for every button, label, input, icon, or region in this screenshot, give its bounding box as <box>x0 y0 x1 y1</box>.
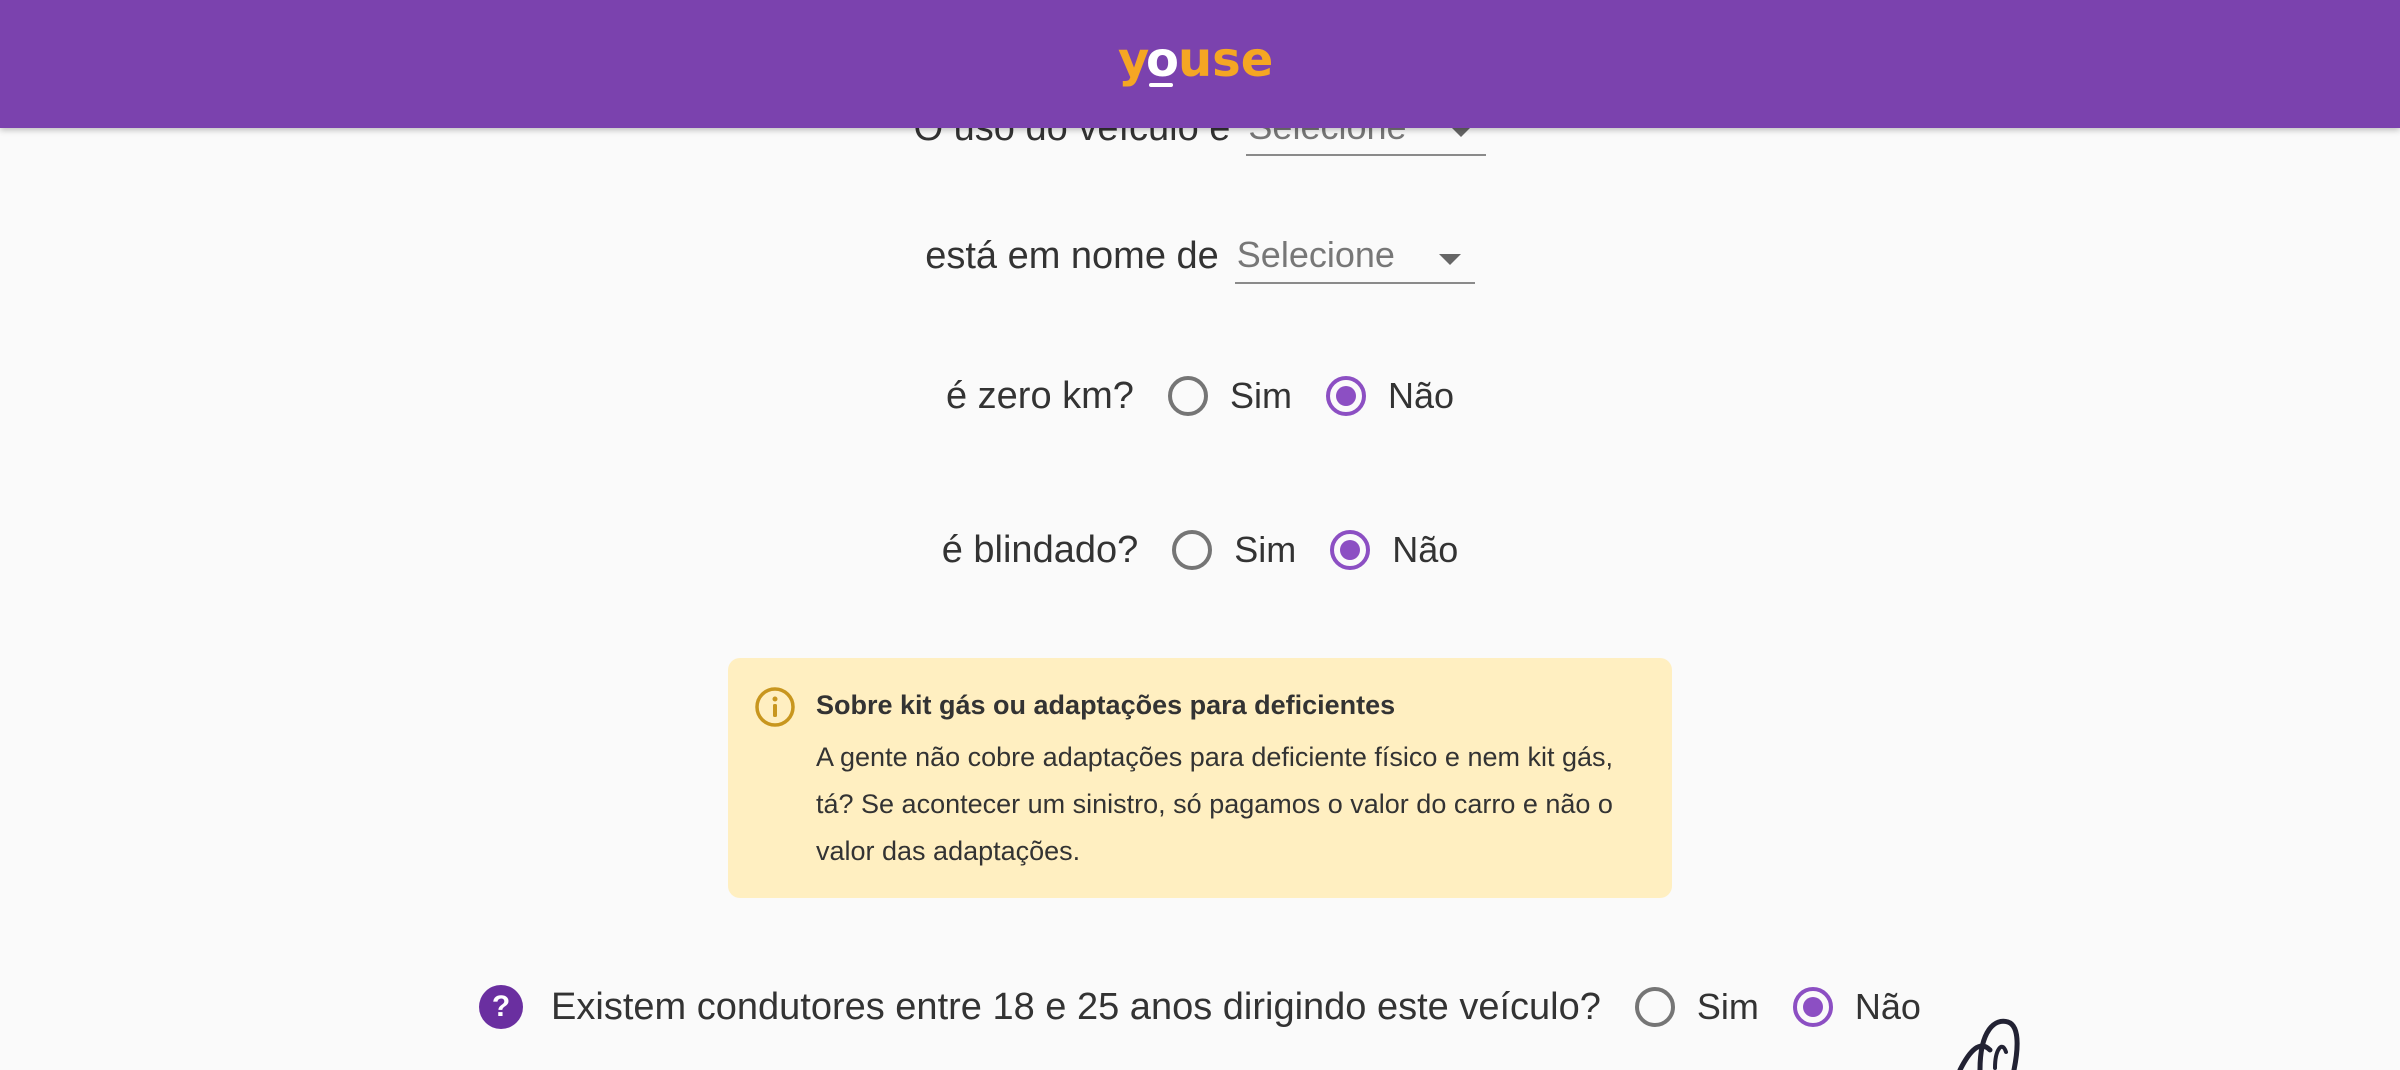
info-icon <box>755 687 795 727</box>
zero-km-row: é zero km? Sim Não <box>0 364 2400 428</box>
young-drivers-radio-nao[interactable] <box>1792 987 1833 1027</box>
form-content: O uso do veículo é Selecione está em nom… <box>0 0 2400 1070</box>
notice-title: Sobre kit gás ou adaptações para deficie… <box>816 690 1396 720</box>
young-drivers-option-nao-label: Não <box>1854 986 1921 1027</box>
notice-body: A gente não cobre adaptações para defici… <box>816 742 1614 866</box>
owner-name-select-value: Selecione <box>1236 234 1395 275</box>
top-header: youse y o use <box>0 0 2400 128</box>
armored-option-sim-label: Sim <box>1234 529 1297 570</box>
young-drivers-option-nao[interactable]: Não <box>1792 986 1921 1028</box>
mascot-illustration <box>1957 1018 2020 1070</box>
owner-name-label: está em nome de <box>925 234 1219 277</box>
armored-radio-nao[interactable] <box>1330 530 1371 570</box>
owner-name-row: está em nome de Selecione <box>0 224 2400 288</box>
kit-gas-notice: Sobre kit gás ou adaptações para deficie… <box>728 658 1672 898</box>
armored-option-nao-label: Não <box>1392 529 1459 570</box>
youse-logo[interactable]: youse y o use <box>1118 36 1284 90</box>
armored-radio-sim[interactable] <box>1172 530 1213 570</box>
armored-option-sim[interactable]: Sim <box>1172 529 1296 571</box>
zero-km-radio-nao[interactable] <box>1325 376 1366 416</box>
zero-km-radio-sim[interactable] <box>1167 376 1208 416</box>
owner-name-select[interactable]: Selecione <box>1234 228 1475 284</box>
svg-text:y: y <box>1118 36 1149 88</box>
armored-option-nao[interactable]: Não <box>1330 529 1458 571</box>
chevron-down-icon <box>1438 254 1461 265</box>
zero-km-option-sim[interactable]: Sim <box>1167 375 1292 417</box>
zero-km-option-sim-label: Sim <box>1229 375 1292 416</box>
armored-label: é blindado? <box>941 528 1139 571</box>
young-drivers-radio-sim[interactable] <box>1634 987 1675 1027</box>
help-icon[interactable]: ? <box>479 985 524 1029</box>
zero-km-option-nao[interactable]: Não <box>1325 375 1454 417</box>
young-drivers-option-sim-label: Sim <box>1696 986 1759 1027</box>
armored-row: é blindado? Sim Não <box>0 518 2400 582</box>
svg-text:o: o <box>1146 36 1179 88</box>
svg-text:use: use <box>1178 36 1273 88</box>
young-drivers-option-sim[interactable]: Sim <box>1634 986 1759 1028</box>
young-drivers-label: Existem condutores entre 18 e 25 anos di… <box>551 985 1601 1028</box>
zero-km-option-nao-label: Não <box>1387 375 1454 416</box>
zero-km-label: é zero km? <box>945 374 1134 417</box>
